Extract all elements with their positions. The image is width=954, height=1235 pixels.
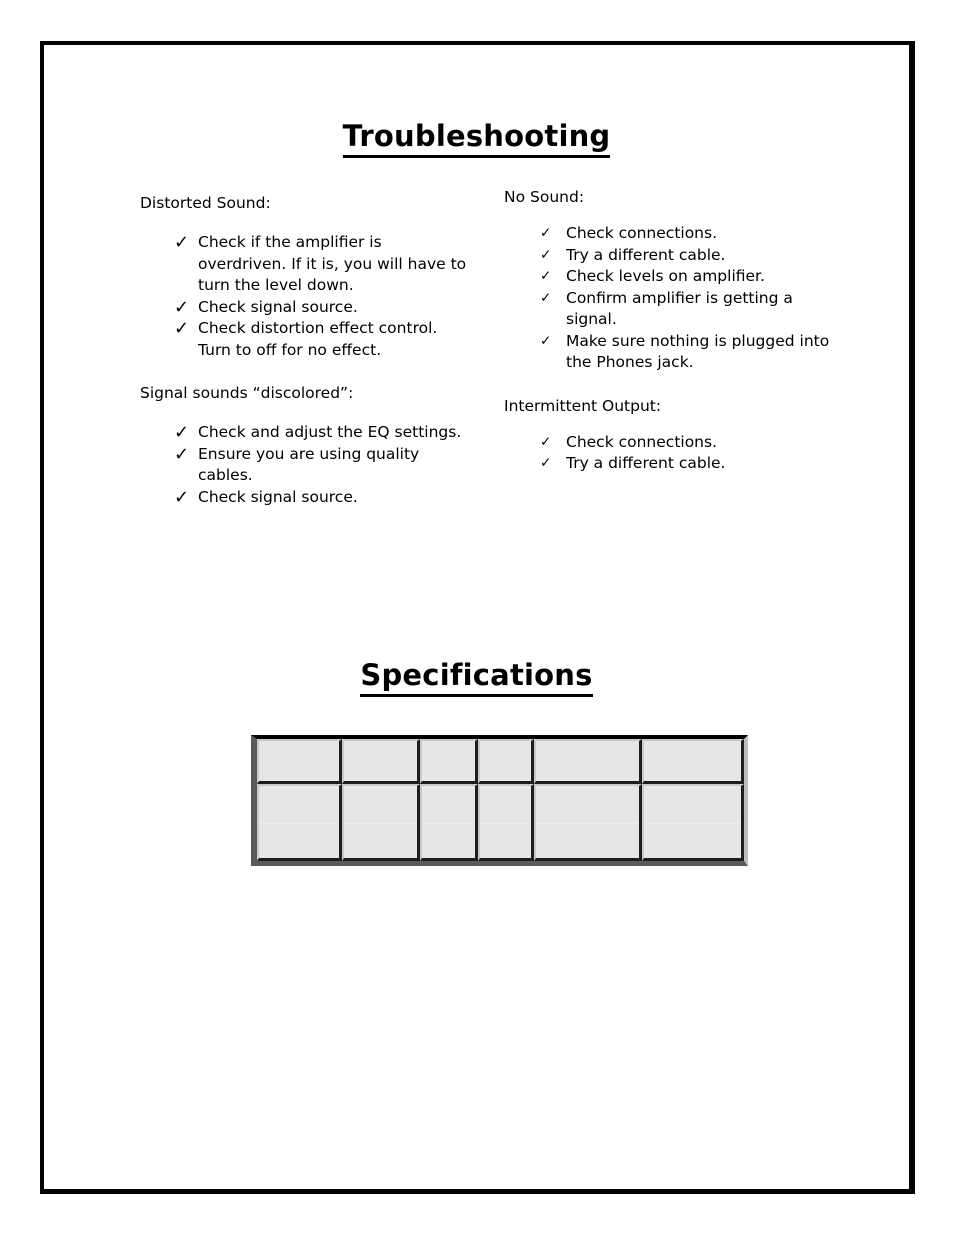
table-cell — [342, 784, 420, 861]
check-icon: ✓ — [540, 225, 552, 241]
list-item-label: Try a different cable. — [566, 245, 726, 264]
table-row — [257, 739, 744, 784]
check-list-no-sound: ✓ Check connections. ✓ Try a different c… — [504, 223, 844, 374]
table-cell — [642, 784, 744, 861]
specifications-table-container — [251, 735, 748, 866]
list-item-label: Check if the amplifier is overdriven. If… — [198, 233, 467, 294]
list-item-label: Check signal source. — [198, 297, 358, 316]
table-cell — [420, 739, 478, 784]
list-item: ✓ Make sure nothing is plugged into the … — [504, 331, 844, 374]
table-cell-text — [480, 786, 531, 858]
list-item-label: Ensure you are using quality cables. — [198, 444, 420, 485]
check-icon: ✓ — [540, 455, 552, 471]
table-cell — [478, 739, 534, 784]
check-icon: ✓ — [540, 268, 552, 284]
list-item-label: Check levels on amplifier. — [566, 267, 765, 285]
page-title-specifications: Specifications — [44, 658, 909, 698]
section-heading-no-sound: No Sound: — [504, 188, 585, 206]
list-item-label: Confirm amplifier is getting a signal. — [566, 288, 793, 329]
table-cell-text — [344, 786, 417, 858]
list-item: ✓ Check levels on amplifier. — [504, 266, 844, 288]
table-cell-text — [644, 786, 741, 858]
list-item: ✓ Check connections. — [504, 432, 844, 454]
table-cell-text — [536, 786, 639, 858]
check-icon: ✓ — [174, 296, 190, 318]
table-cell — [478, 784, 534, 861]
table-cell — [420, 784, 478, 861]
list-item-label: Make sure nothing is plugged into the Ph… — [566, 331, 830, 372]
page-title-troubleshooting: Troubleshooting — [44, 119, 909, 159]
check-list-distorted-sound: ✓ Check if the amplifier is overdriven. … — [140, 232, 470, 361]
list-item: ✓ Check and adjust the EQ settings. — [140, 422, 470, 444]
list-item: ✓ Check signal source. — [140, 297, 470, 319]
check-icon: ✓ — [174, 232, 190, 253]
list-item-label: Check distortion effect control. Turn to… — [198, 319, 438, 359]
check-icon: ✓ — [174, 422, 190, 443]
page-title-troubleshooting-text: Troubleshooting — [342, 119, 611, 159]
table-row — [257, 784, 744, 861]
check-icon: ✓ — [540, 246, 552, 263]
check-list-signal-discolored: ✓ Check and adjust the EQ settings. ✓ En… — [140, 422, 470, 508]
check-icon: ✓ — [540, 332, 552, 349]
list-item-label: Check connections. — [566, 224, 718, 242]
check-list-intermittent-output: ✓ Check connections. ✓ Try a different c… — [504, 432, 844, 475]
table-cell-text — [644, 741, 741, 781]
table-cell — [534, 739, 642, 784]
table-cell-text — [422, 786, 475, 858]
table-cell — [342, 739, 420, 784]
list-item: ✓ Confirm amplifier is getting a signal. — [504, 288, 844, 331]
specifications-table — [251, 735, 748, 866]
list-item-label: Try a different cable. — [566, 454, 726, 472]
section-heading-intermittent-output: Intermittent Output: — [504, 396, 662, 415]
list-item-label: Check signal source. — [198, 487, 358, 506]
table-cell — [534, 784, 642, 861]
list-item: ✓ Check if the amplifier is overdriven. … — [140, 232, 470, 297]
check-icon: ✓ — [174, 318, 190, 339]
table-cell-text — [536, 741, 639, 781]
table-cell — [257, 784, 342, 861]
table-cell — [642, 739, 744, 784]
list-item-label: Check and adjust the EQ settings. — [198, 423, 462, 441]
table-cell-text — [480, 741, 531, 781]
list-item: ✓ Check distortion effect control. Turn … — [140, 318, 470, 361]
list-item: ✓ Try a different cable. — [504, 245, 844, 267]
list-item: ✓ Check connections. — [504, 223, 844, 245]
troubleshooting-left-column: Distorted Sound: ✓ Check if the amplifie… — [140, 193, 470, 508]
section-heading-signal-discolored: Signal sounds “discolored”: — [140, 384, 354, 402]
table-cell-text — [344, 741, 417, 781]
page-title-specifications-text: Specifications — [360, 658, 593, 698]
list-item: ✓ Try a different cable. — [504, 453, 844, 475]
check-icon: ✓ — [540, 433, 552, 450]
check-icon: ✓ — [174, 443, 190, 465]
troubleshooting-right-column: No Sound: ✓ Check connections. ✓ Try a d… — [504, 187, 844, 475]
list-item-label: Check connections. — [566, 432, 718, 451]
list-item: ✓ Ensure you are using quality cables. — [140, 444, 470, 487]
section-heading-distorted-sound: Distorted Sound: — [140, 194, 271, 212]
page-sheet: Troubleshooting Distorted Sound: ✓ Check… — [40, 41, 915, 1194]
check-icon: ✓ — [174, 486, 190, 508]
check-icon: ✓ — [540, 289, 552, 306]
table-cell-text — [422, 741, 475, 781]
list-item: ✓ Check signal source. — [140, 487, 470, 509]
table-cell-text — [259, 786, 339, 858]
table-cell-text — [259, 741, 339, 781]
table-cell — [257, 739, 342, 784]
